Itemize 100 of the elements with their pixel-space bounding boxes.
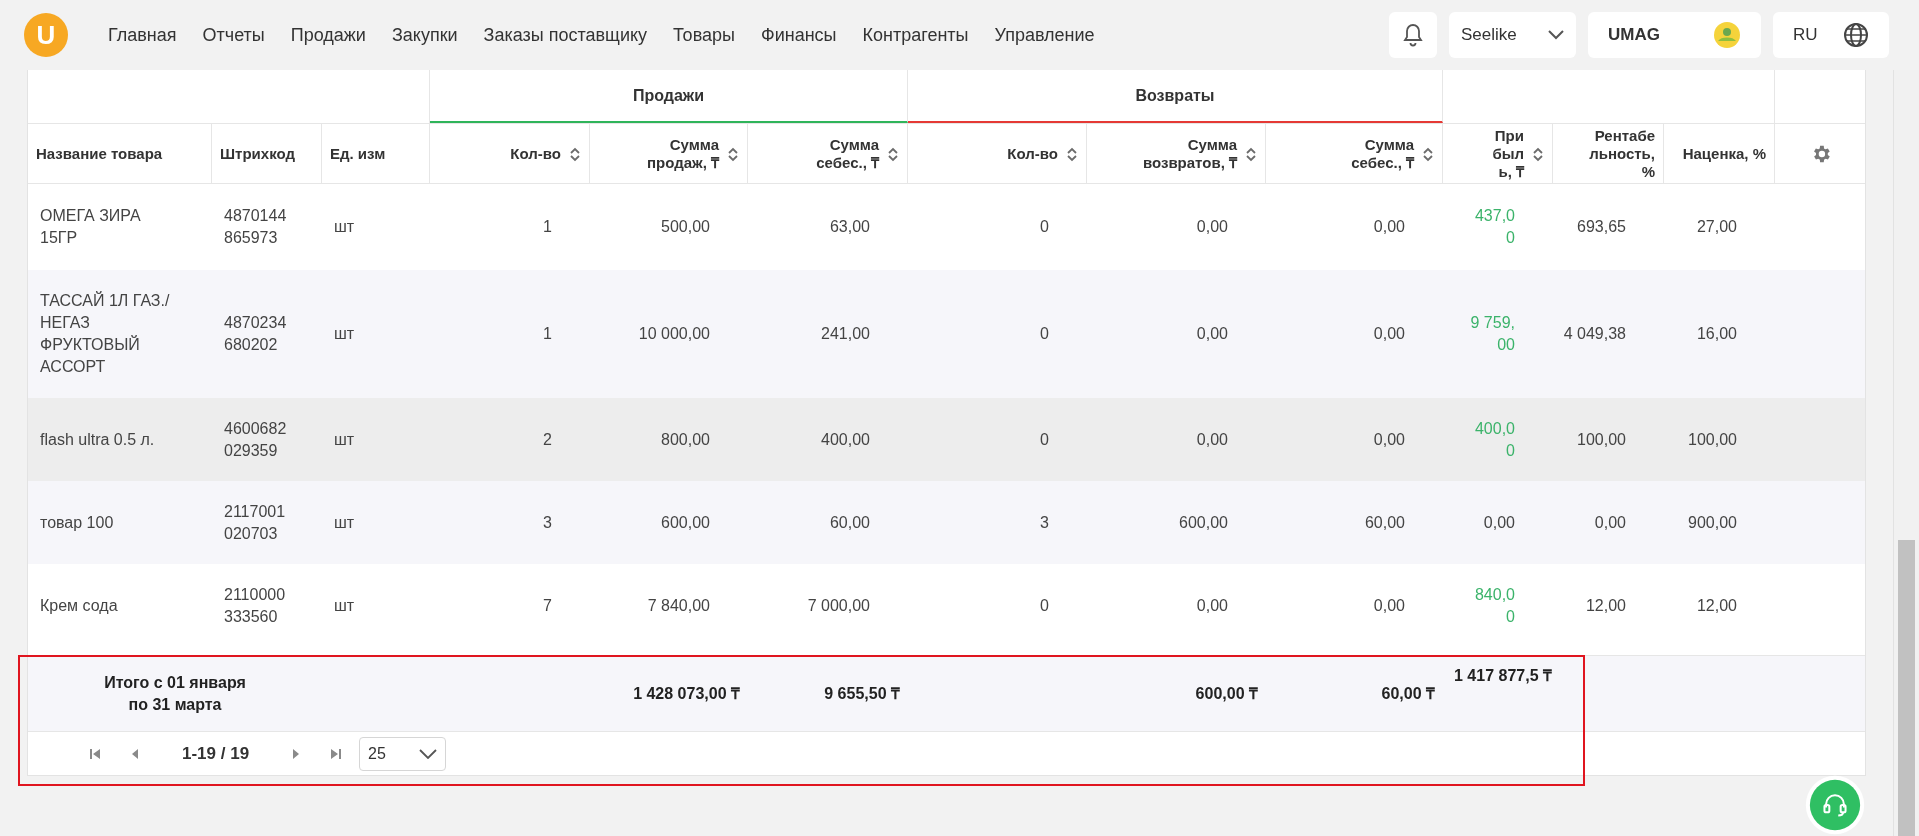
table-row[interactable]: ТАССАЙ 1Л ГАЗ./ НЕГАЗ ФРУКТОВЫЙ АССОРТ 4870234680202 шт 1 10 000,00 241,00 0 0,00 0,00 9 759,00 4 049,38 16,00: [28, 270, 1865, 398]
table-cell-text: товар 100: [40, 512, 114, 533]
table-cell-text: 2: [543, 429, 552, 450]
table-cell-text: 100,00: [1577, 429, 1626, 450]
column-header[interactable]: Сумма себес., ₸: [1318, 135, 1414, 172]
account-button[interactable]: UMAG: [1588, 12, 1761, 58]
nav-link[interactable]: Продажи: [290, 21, 366, 49]
table-cell-text: 693,65: [1577, 217, 1626, 237]
total-value: 1 417 877,5 ₸: [1453, 666, 1553, 686]
table-cell-text: 2110000333560: [224, 584, 287, 627]
column-header: Рентабельность, %: [1589, 126, 1655, 181]
table-cell-text: 1: [543, 217, 552, 237]
table-cell-text: 16,00: [1696, 324, 1737, 344]
nav-link[interactable]: Финансы: [760, 21, 837, 49]
nav-link[interactable]: Заказы поставщику: [483, 21, 648, 49]
table-cell-text: 437,00: [1473, 206, 1515, 248]
table-cell-text: шт: [334, 429, 355, 450]
total-value: 1 428 073,00 ₸: [633, 683, 740, 704]
company-dropdown[interactable]: Seelike: [1449, 12, 1576, 58]
table-cell-text: 241,00: [821, 324, 870, 344]
chevron-icon: [419, 748, 438, 759]
group-header: Продажи: [430, 70, 908, 123]
table-cell-text: 7: [543, 595, 552, 616]
table-cell-text: 0: [1040, 324, 1049, 344]
table-cell-text: 3: [1040, 512, 1049, 533]
first-page-icon[interactable]: [88, 746, 102, 761]
table-cell-text: 7 840,00: [647, 595, 710, 616]
table-cell-text: ТАССАЙ 1Л ГАЗ./ НЕГАЗ ФРУКТОВЫЙ АССОРТ: [40, 290, 171, 377]
table-cell-text: 840,00: [1473, 584, 1515, 627]
table-cell-text: 60,00: [829, 512, 870, 533]
nav-link[interactable]: Отчеты: [202, 21, 265, 49]
table-cell-text: 0,00: [1196, 429, 1228, 450]
table-cell-text: 0: [1040, 595, 1049, 616]
table-cell-text: 0,00: [1373, 429, 1405, 450]
globe-icon: [1843, 22, 1869, 48]
group-header: Возвраты: [908, 70, 1443, 123]
nav-link[interactable]: Товары: [673, 21, 735, 49]
table-cell-text: 0,00: [1373, 595, 1405, 616]
sort-icon[interactable]: [1245, 145, 1257, 162]
sort-icon[interactable]: [727, 145, 739, 162]
table-cell-text: 500,00: [661, 217, 710, 237]
table-cell-text: 0,00: [1196, 217, 1228, 237]
table-cell-text: 600,00: [1179, 512, 1228, 533]
table-cell-text: 4 049,38: [1563, 324, 1626, 344]
column-header[interactable]: Кол-во: [510, 144, 561, 163]
column-header: Название товара: [36, 144, 163, 163]
last-page-icon[interactable]: [329, 746, 344, 761]
column-header[interactable]: Кол-во: [1007, 144, 1058, 163]
column-header: Наценка, %: [1682, 144, 1766, 163]
table-cell-text: 12,00: [1696, 595, 1737, 616]
table-cell-text: 4600682029359: [224, 418, 288, 461]
bell-icon: [1402, 23, 1424, 47]
nav-link[interactable]: Закупки: [391, 21, 458, 49]
table-cell-text: 7 000,00: [807, 595, 870, 616]
table-cell-text: шт: [334, 595, 355, 616]
column-header: Ед. изм: [330, 144, 386, 163]
table-cell-text: 800,00: [661, 429, 710, 450]
column-header[interactable]: Сумма продаж, ₸: [623, 135, 719, 172]
total-value: 9 655,50 ₸: [824, 683, 900, 704]
table-cell-text: 600,00: [661, 512, 710, 533]
table-cell-text: 900,00: [1688, 512, 1737, 533]
table-cell-text: flash ultra 0.5 л.: [40, 429, 155, 450]
total-value: 600,00 ₸: [1195, 683, 1258, 704]
nav-link[interactable]: Управление: [994, 21, 1095, 49]
sort-icon[interactable]: [569, 145, 581, 162]
column-header[interactable]: Сумма себес., ₸: [783, 135, 879, 172]
table-cell-text: шт: [334, 217, 355, 237]
table-cell-text: шт: [334, 324, 355, 344]
table-cell-text: 0: [1040, 217, 1049, 237]
table-row[interactable]: flash ultra 0.5 л. 4600682029359 шт 2 800,00 400,00 0 0,00 0,00 400,00 100,00 100,00: [28, 398, 1865, 481]
table-cell-text: 2117001020703: [224, 501, 287, 544]
totals-label: Итого с 01 января по 31 марта: [103, 672, 247, 715]
sort-icon[interactable]: [1066, 145, 1078, 162]
table-cell-text: 0,00: [1482, 512, 1515, 533]
column-header[interactable]: Сумма возвратов, ₸: [1141, 135, 1237, 172]
table-cell-text: 100,00: [1688, 429, 1737, 450]
table-cell-text: 3: [543, 512, 552, 533]
table-cell-text: 1: [543, 324, 552, 344]
notifications-button[interactable]: [1389, 12, 1437, 58]
table-cell-text: 12,00: [1585, 595, 1626, 616]
table-cell-text: 60,00: [1364, 512, 1405, 533]
table-cell-text: шт: [334, 512, 355, 533]
sort-icon[interactable]: [1532, 145, 1544, 162]
table-cell-text: 9 759,00: [1469, 313, 1515, 355]
table-cell-text: 0,00: [1373, 324, 1405, 344]
nav-link[interactable]: Главная: [108, 21, 177, 49]
column-header[interactable]: Прибыль, ₸: [1486, 126, 1524, 181]
table-cell-text: 0,00: [1196, 595, 1228, 616]
table-cell-text: 0: [1040, 429, 1049, 450]
sort-icon[interactable]: [887, 145, 899, 162]
column-header: Штрихкод: [220, 144, 295, 163]
page-size-select[interactable]: 25: [359, 736, 447, 771]
scrollbar-thumb[interactable]: [1898, 540, 1915, 836]
table-row[interactable]: товар 100 2117001020703 шт 3 600,00 60,00 3 600,00 60,00 0,00 0,00 900,00: [28, 481, 1865, 564]
table-cell-text: 0,00: [1594, 512, 1626, 533]
sort-icon[interactable]: [1422, 145, 1434, 162]
page-range: 1-19 / 19: [182, 742, 250, 765]
nav-link[interactable]: Контрагенты: [862, 21, 969, 49]
table-cell-text: 400,00: [1473, 418, 1515, 461]
language-button[interactable]: RU: [1773, 12, 1889, 58]
